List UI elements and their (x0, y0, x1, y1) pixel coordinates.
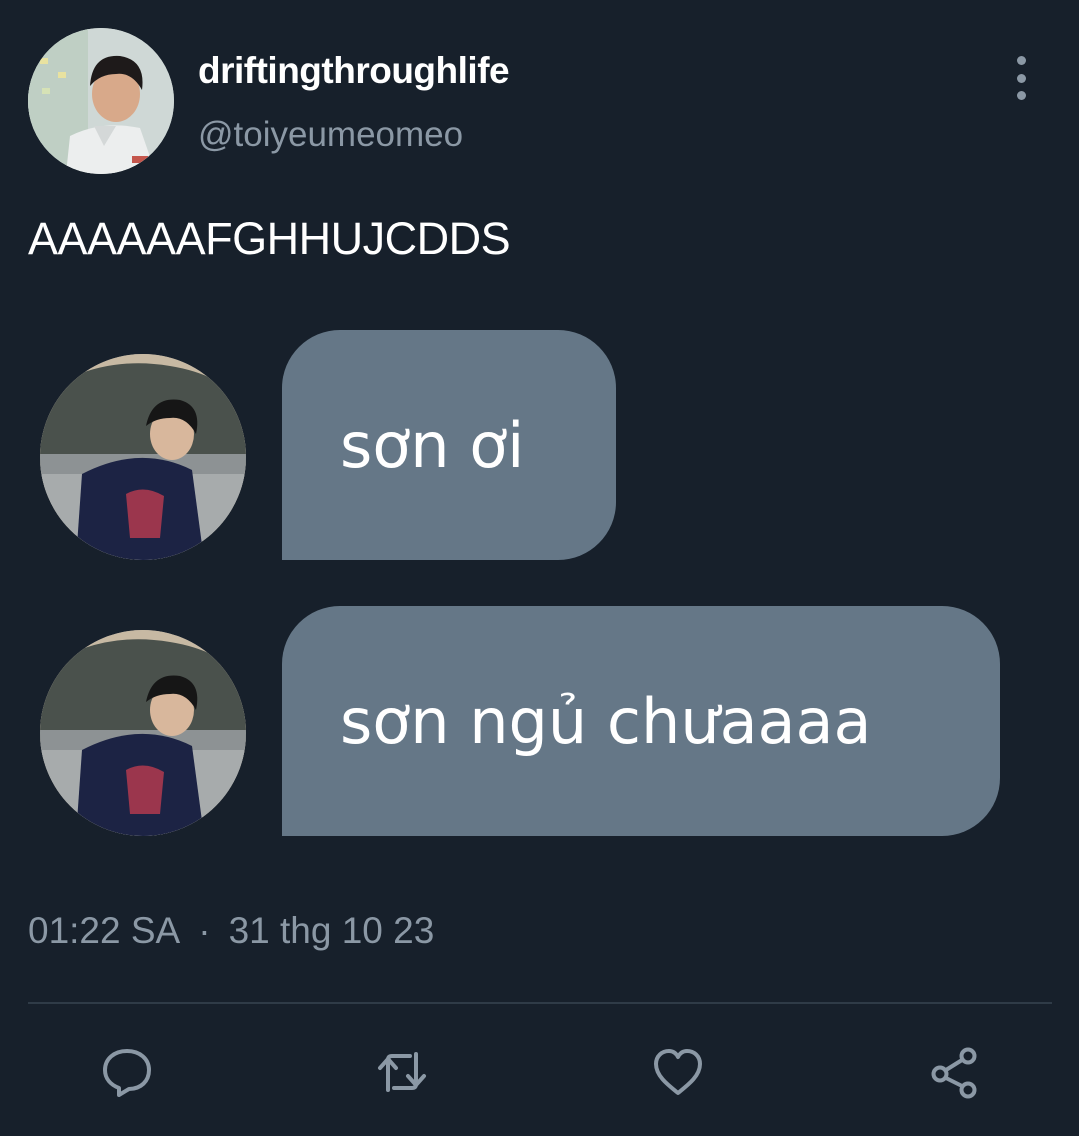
author-display-name[interactable]: driftingthroughlife (198, 50, 510, 92)
author-avatar[interactable] (28, 28, 174, 174)
chat-avatar (40, 354, 246, 560)
tweet-timestamp[interactable]: 01:22 SA · 31 thg 10 23 (28, 910, 434, 952)
chat-avatar-image (40, 630, 246, 836)
chat-bubble-1: sơn ơi (282, 330, 616, 560)
retweet-icon (378, 1052, 426, 1092)
author-avatar-image (28, 28, 174, 174)
reply-button[interactable] (95, 1040, 159, 1104)
chat-avatar (40, 630, 246, 836)
tweet-time: 01:22 SA (28, 910, 181, 951)
more-options-button[interactable] (1008, 56, 1034, 100)
chat-message-1: sơn ơi (340, 408, 525, 482)
divider (28, 1002, 1052, 1004)
like-button[interactable] (646, 1040, 710, 1104)
retweet-button[interactable] (370, 1040, 434, 1104)
more-options-icon-dot (1016, 73, 1026, 83)
reply-icon (103, 1049, 151, 1097)
more-options-icon (1016, 56, 1026, 65)
more-options-icon-dot (1016, 91, 1026, 100)
author-handle[interactable]: @toiyeumeomeo (198, 115, 463, 155)
chat-bubble-2: sơn ngủ chưaaaa (282, 606, 1000, 836)
share-button[interactable] (922, 1040, 986, 1104)
share-icon (931, 1047, 977, 1099)
tweet-date: 31 thg 10 23 (228, 910, 435, 951)
tweet-text: AAAAAAFGHHUJCDDS (28, 213, 511, 264)
chat-avatar-image (40, 354, 246, 560)
meta-separator: · (198, 910, 211, 951)
like-icon (654, 1049, 702, 1095)
chat-message-2: sơn ngủ chưaaaa (340, 684, 872, 758)
